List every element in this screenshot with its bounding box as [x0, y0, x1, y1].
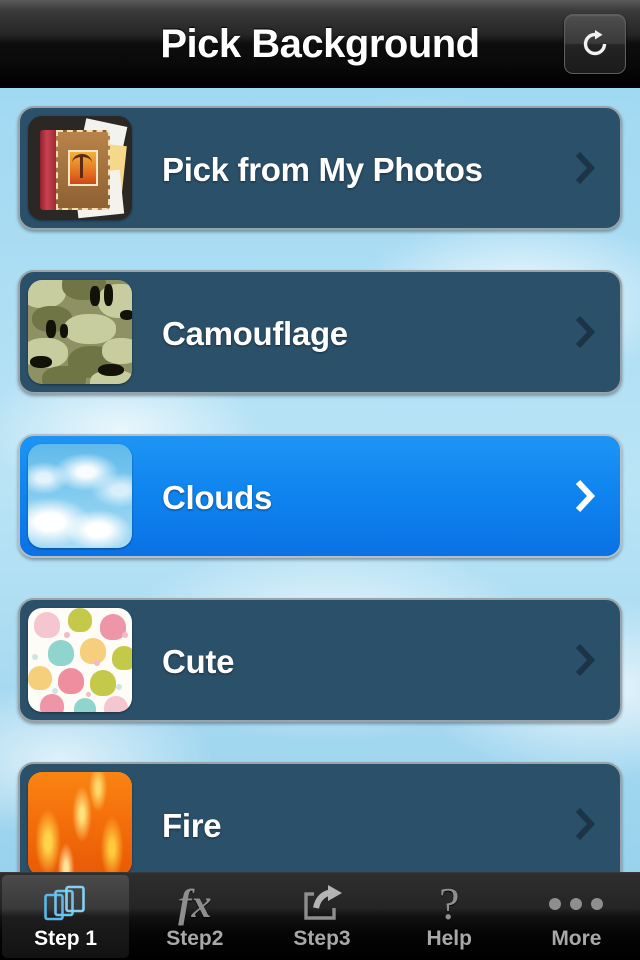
list-item-label: Clouds	[162, 479, 273, 516]
tab-label: Step 1	[34, 926, 98, 950]
tab-label: More	[551, 926, 602, 950]
list-item-selected[interactable]: Clouds	[18, 434, 622, 558]
tab-label: Help	[426, 926, 472, 950]
tab-label: Step2	[166, 926, 224, 950]
page-title: Pick Background	[160, 21, 480, 66]
tab-step-2[interactable]: fx Step2	[131, 873, 258, 960]
list-item-label: Pick from My Photos	[162, 151, 483, 188]
chevron-right-icon	[575, 643, 596, 677]
list-item[interactable]: Camouflage	[18, 270, 622, 394]
question-mark-icon: ?	[439, 877, 460, 929]
ellipsis-icon	[549, 883, 604, 925]
background-list[interactable]: Pick from My Photos Camouflage Clouds Cu…	[0, 88, 640, 872]
tab-bar[interactable]: Step 1 fx Step2 Step3 ? Help More	[0, 872, 640, 960]
list-item[interactable]: Pick from My Photos	[18, 106, 622, 230]
share-icon	[300, 883, 344, 925]
photo-album-icon	[28, 116, 132, 220]
tab-step-1[interactable]: Step 1	[2, 875, 130, 958]
tab-more[interactable]: More	[513, 873, 640, 960]
camouflage-swatch	[28, 280, 132, 384]
list-item-label: Camouflage	[162, 315, 348, 352]
list-item[interactable]: Cute	[18, 598, 622, 722]
chevron-right-icon	[575, 807, 596, 841]
chevron-right-icon	[575, 479, 596, 513]
refresh-button[interactable]	[564, 14, 626, 74]
refresh-icon	[583, 30, 607, 56]
tab-step-3[interactable]: Step3	[258, 873, 385, 960]
layers-icon	[43, 883, 89, 925]
chevron-right-icon	[575, 151, 596, 185]
cute-swatch	[28, 608, 132, 712]
chevron-right-icon	[575, 315, 596, 349]
tab-label: Step3	[293, 926, 351, 950]
fire-swatch	[28, 772, 132, 872]
list-item-label: Fire	[162, 807, 222, 844]
tab-help[interactable]: ? Help	[386, 873, 513, 960]
header-bar: Pick Background	[0, 0, 640, 88]
list-item[interactable]: Fire	[18, 762, 622, 872]
clouds-swatch	[28, 444, 132, 548]
list-item-label: Cute	[162, 643, 235, 680]
fx-icon: fx	[178, 880, 212, 926]
